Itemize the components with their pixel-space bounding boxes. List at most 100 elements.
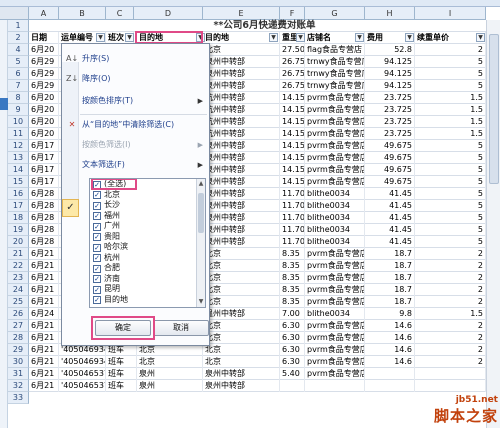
- cell-weight[interactable]: 6.30: [280, 320, 305, 332]
- cell-date[interactable]: 6月20: [29, 92, 59, 104]
- cell-unit-price[interactable]: 2: [415, 44, 486, 56]
- menu-sort-ascending[interactable]: A↓ 升序(S): [62, 50, 209, 68]
- cell-weight[interactable]: 8.35: [280, 272, 305, 284]
- cell-destination-2[interactable]: 北京: [203, 296, 280, 308]
- cell-destination-2[interactable]: 北京: [203, 356, 280, 368]
- cell-unit-price[interactable]: 1.5: [415, 308, 486, 320]
- cell-shop[interactable]: blithe0034: [305, 188, 365, 200]
- cell-fee[interactable]: 49.675: [365, 140, 415, 152]
- row-number[interactable]: 29: [8, 344, 29, 356]
- cell-weight[interactable]: 8.35: [280, 296, 305, 308]
- column-header-f[interactable]: F: [280, 7, 305, 20]
- cell-destination-2[interactable]: 泉州中转部: [203, 368, 280, 380]
- filter-list-item[interactable]: ✓ 贵阳: [90, 232, 205, 243]
- cell-shop[interactable]: pvrm食品专营店: [305, 140, 365, 152]
- cell-waybill[interactable]: '4050465371: [59, 380, 106, 392]
- cell-fee[interactable]: 18.7: [365, 272, 415, 284]
- cell-date[interactable]: 6月28: [29, 200, 59, 212]
- cell-shift[interactable]: 班车: [106, 380, 137, 392]
- cell-fee[interactable]: 49.675: [365, 176, 415, 188]
- menu-sort-by-color[interactable]: 按颜色排序(T) ▶: [62, 92, 209, 110]
- cell-destination-2[interactable]: 北京: [203, 284, 280, 296]
- cell-date[interactable]: 6月21: [29, 332, 59, 344]
- cell-shop[interactable]: pvrm食品专营店: [305, 284, 365, 296]
- cell-destination-2[interactable]: 泉州中转部: [203, 56, 280, 68]
- filter-list-scrollbar[interactable]: ▲ ▼: [196, 179, 205, 307]
- cell-weight[interactable]: 6.30: [280, 356, 305, 368]
- cell-weight[interactable]: 14.15: [280, 128, 305, 140]
- cell-fee[interactable]: 49.675: [365, 152, 415, 164]
- cell-unit-price[interactable]: [415, 380, 486, 392]
- cell-date[interactable]: 6月17: [29, 176, 59, 188]
- checkbox-checked-icon[interactable]: ✓: [93, 285, 101, 294]
- cell-unit-price[interactable]: 5: [415, 212, 486, 224]
- row-number[interactable]: 25: [8, 296, 29, 308]
- row-number[interactable]: 32: [8, 380, 29, 392]
- cell-destination-2[interactable]: 泉州中转部: [203, 224, 280, 236]
- cell-date[interactable]: 6月28: [29, 236, 59, 248]
- cell-unit-price[interactable]: 5: [415, 56, 486, 68]
- cell-weight[interactable]: 11.70: [280, 224, 305, 236]
- cell-date[interactable]: 6月21: [29, 368, 59, 380]
- cell-date[interactable]: 6月21: [29, 320, 59, 332]
- cell-destination-2[interactable]: 泉州中转部: [203, 152, 280, 164]
- row-number[interactable]: 13: [8, 152, 29, 164]
- cell-fee[interactable]: 14.6: [365, 344, 415, 356]
- row-number[interactable]: 33: [8, 392, 29, 404]
- cell-fee[interactable]: 41.45: [365, 236, 415, 248]
- cell-weight[interactable]: 27.50: [280, 44, 305, 56]
- cell-unit-price[interactable]: 2: [415, 356, 486, 368]
- column-header-c[interactable]: C: [106, 7, 134, 20]
- cell-shop[interactable]: pvrm食品专营店: [305, 368, 365, 380]
- cell-shop[interactable]: pvrm食品专营店: [305, 104, 365, 116]
- cell-shop[interactable]: blithe0034: [305, 200, 365, 212]
- cell-weight[interactable]: 11.70: [280, 200, 305, 212]
- cell-weight[interactable]: 14.15: [280, 140, 305, 152]
- cell-shop[interactable]: pvrm食品专营店: [305, 332, 365, 344]
- cell-unit-price[interactable]: 2: [415, 284, 486, 296]
- cell-weight[interactable]: 26.75: [280, 56, 305, 68]
- row-number[interactable]: 1: [8, 20, 29, 32]
- cell-date[interactable]: 6月21: [29, 260, 59, 272]
- cell-fee[interactable]: 18.7: [365, 296, 415, 308]
- cell-date[interactable]: 6月21: [29, 248, 59, 260]
- cell-weight[interactable]: 14.15: [280, 164, 305, 176]
- cell-destination-2[interactable]: 北京: [203, 248, 280, 260]
- cell-weight[interactable]: 11.70: [280, 188, 305, 200]
- cell-unit-price[interactable]: 2: [415, 332, 486, 344]
- cell-fee[interactable]: 94.125: [365, 56, 415, 68]
- cell-fee[interactable]: 18.7: [365, 248, 415, 260]
- scroll-down-icon[interactable]: ▼: [197, 297, 205, 307]
- cell-fee[interactable]: 41.45: [365, 212, 415, 224]
- cell-unit-price[interactable]: 2: [415, 320, 486, 332]
- cell-shop[interactable]: pvrm食品专营店: [305, 128, 365, 140]
- cell-fee[interactable]: 23.725: [365, 104, 415, 116]
- row-number[interactable]: 19: [8, 224, 29, 236]
- cell-fee[interactable]: 9.8: [365, 308, 415, 320]
- cell-weight[interactable]: 14.15: [280, 104, 305, 116]
- cell-date[interactable]: 6月20: [29, 104, 59, 116]
- row-number[interactable]: 15: [8, 176, 29, 188]
- cell-destination-2[interactable]: 泉州中转部: [203, 188, 280, 200]
- cell-fee[interactable]: 14.6: [365, 320, 415, 332]
- cell-shop[interactable]: pvrm食品专营店: [305, 356, 365, 368]
- checkbox-checked-icon[interactable]: ✓: [93, 275, 101, 283]
- cell-fee[interactable]: 94.125: [365, 68, 415, 80]
- filter-dropdown-waybill[interactable]: ▼: [96, 33, 105, 42]
- row-number[interactable]: 18: [8, 212, 29, 224]
- cell-destination-2[interactable]: 泉州中转部: [203, 176, 280, 188]
- column-header-h[interactable]: H: [365, 7, 415, 20]
- checkbox-checked-icon[interactable]: ✓: [93, 254, 101, 262]
- cell-shop[interactable]: pvrm食品专营店: [305, 260, 365, 272]
- cell-destination-2[interactable]: 杭州中转部: [203, 104, 280, 116]
- cell-weight[interactable]: 26.75: [280, 80, 305, 92]
- cell-fee[interactable]: 52.8: [365, 44, 415, 56]
- cell-date[interactable]: 6月21: [29, 356, 59, 368]
- cell-destination-2[interactable]: 北京: [203, 320, 280, 332]
- cell-shop[interactable]: blithe0034: [305, 236, 365, 248]
- checkbox-checked-icon[interactable]: ✓: [93, 212, 101, 220]
- cell-unit-price[interactable]: 2: [415, 272, 486, 284]
- checkbox-checked-icon[interactable]: ✓: [93, 296, 101, 304]
- column-header-i[interactable]: I: [415, 7, 486, 20]
- cell-shop[interactable]: pvrm食品专营店: [305, 176, 365, 188]
